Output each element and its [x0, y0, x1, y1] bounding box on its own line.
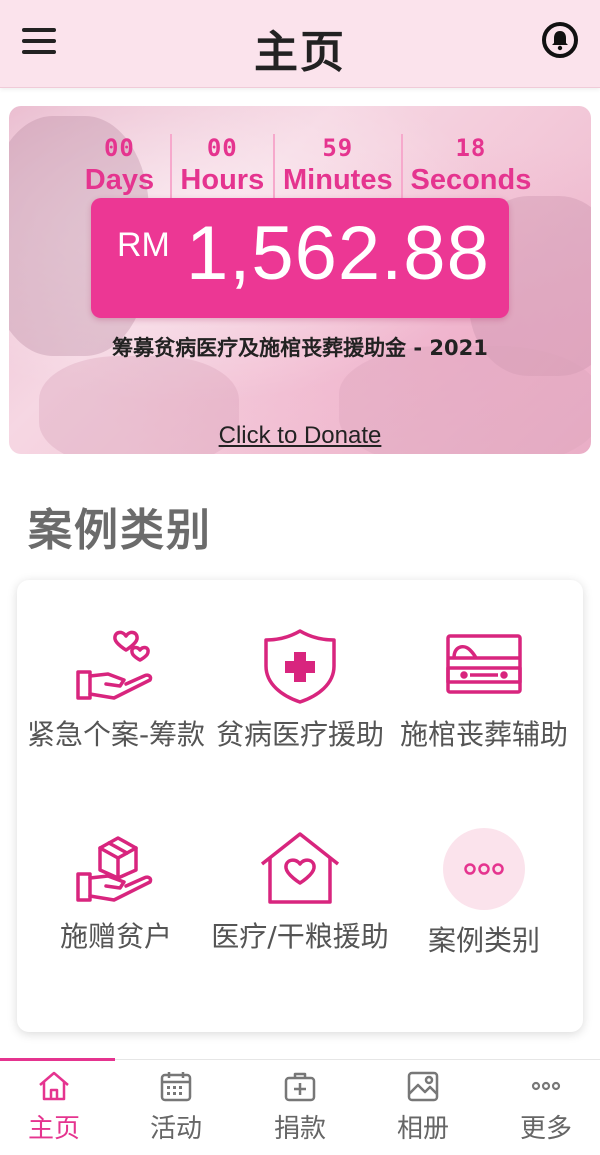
nav-label: 主页 — [27, 1114, 80, 1144]
section-title: 案例类别 — [28, 505, 212, 556]
category-label: 医疗/干粮援助 — [211, 920, 389, 953]
nav-events[interactable]: 活动 — [116, 1070, 236, 1145]
nav-donate[interactable]: 捐款 — [240, 1070, 360, 1145]
gallery-icon — [407, 1071, 439, 1102]
category-label: 紧急个案-筹款 — [26, 718, 206, 751]
category-poor-household-aid[interactable]: 施赠贫户 — [22, 830, 210, 956]
nav-label: 相册 — [396, 1114, 449, 1144]
more-icon — [531, 1081, 561, 1091]
countdown-unit: Seconds — [410, 164, 532, 196]
nav-home[interactable]: 主页 — [0, 1070, 114, 1145]
calendar-icon — [160, 1072, 192, 1102]
amount-currency: RM — [117, 226, 170, 264]
nav-label: 更多 — [519, 1114, 572, 1144]
countdown-seconds: 18 Seconds — [400, 134, 539, 198]
coffin-icon — [446, 634, 522, 694]
more-dots-icon — [443, 828, 525, 910]
hand-hearts-icon — [76, 630, 153, 700]
bottom-navigation: 主页 活动 捐款 相册 更多 — [0, 1058, 600, 1155]
amount-value: 1,562.88 — [186, 211, 490, 296]
category-label: 施棺丧葬辅助 — [399, 718, 568, 751]
app-header: 主页 — [0, 0, 600, 88]
nav-label: 捐款 — [273, 1114, 326, 1144]
countdown-timer: 00 Days 00 Hours 59 Minutes 18 Seconds — [69, 134, 539, 198]
category-label: 贫病医疗援助 — [215, 718, 384, 751]
donation-banner[interactable]: 00 Days 00 Hours 59 Minutes 18 Seconds R… — [9, 106, 591, 454]
house-heart-icon — [260, 832, 340, 904]
donate-link[interactable]: Click to Donate — [9, 422, 591, 450]
category-funeral-aid[interactable]: 施棺丧葬辅助 — [390, 628, 578, 754]
category-label: 案例类别 — [427, 924, 540, 957]
countdown-hours: 00 Hours — [169, 134, 273, 198]
nav-more[interactable]: 更多 — [486, 1070, 600, 1145]
active-tab-indicator — [0, 1058, 115, 1061]
home-icon — [39, 1071, 69, 1101]
category-emergency-fundraising[interactable]: 紧急个案-筹款 — [22, 628, 210, 754]
hand-package-icon — [76, 836, 153, 902]
page-title: 主页 — [254, 27, 346, 78]
countdown-unit: Hours — [180, 164, 265, 196]
category-more[interactable]: 案例类别 — [390, 828, 578, 960]
category-label: 施赠贫户 — [59, 920, 172, 953]
nav-label: 活动 — [149, 1114, 202, 1144]
amount-display: RM 1,562.88 — [91, 198, 509, 318]
medical-shield-icon — [264, 629, 336, 704]
category-grid: 紧急个案-筹款 贫病医疗援助 施棺丧葬辅助 施赠贫户 医疗/干粮援助 案例类别 — [17, 580, 583, 1032]
countdown-unit: Days — [84, 164, 155, 196]
campaign-title: 筹募贫病医疗及施棺丧葬援助金 - 2021 — [112, 336, 488, 360]
donate-box-icon — [284, 1072, 316, 1102]
countdown-minutes: 59 Minutes — [272, 134, 401, 198]
countdown-days: 00 Days — [69, 134, 170, 198]
countdown-value: 59 — [322, 134, 354, 162]
countdown-value: 00 — [206, 134, 238, 162]
category-medical-food-aid[interactable]: 医疗/干粮援助 — [206, 830, 394, 956]
countdown-value: 00 — [103, 134, 135, 162]
nav-gallery[interactable]: 相册 — [363, 1070, 483, 1145]
bell-icon[interactable] — [542, 22, 578, 58]
countdown-value: 18 — [455, 134, 487, 162]
category-medical-aid[interactable]: 贫病医疗援助 — [206, 628, 394, 754]
countdown-unit: Minutes — [283, 164, 393, 196]
